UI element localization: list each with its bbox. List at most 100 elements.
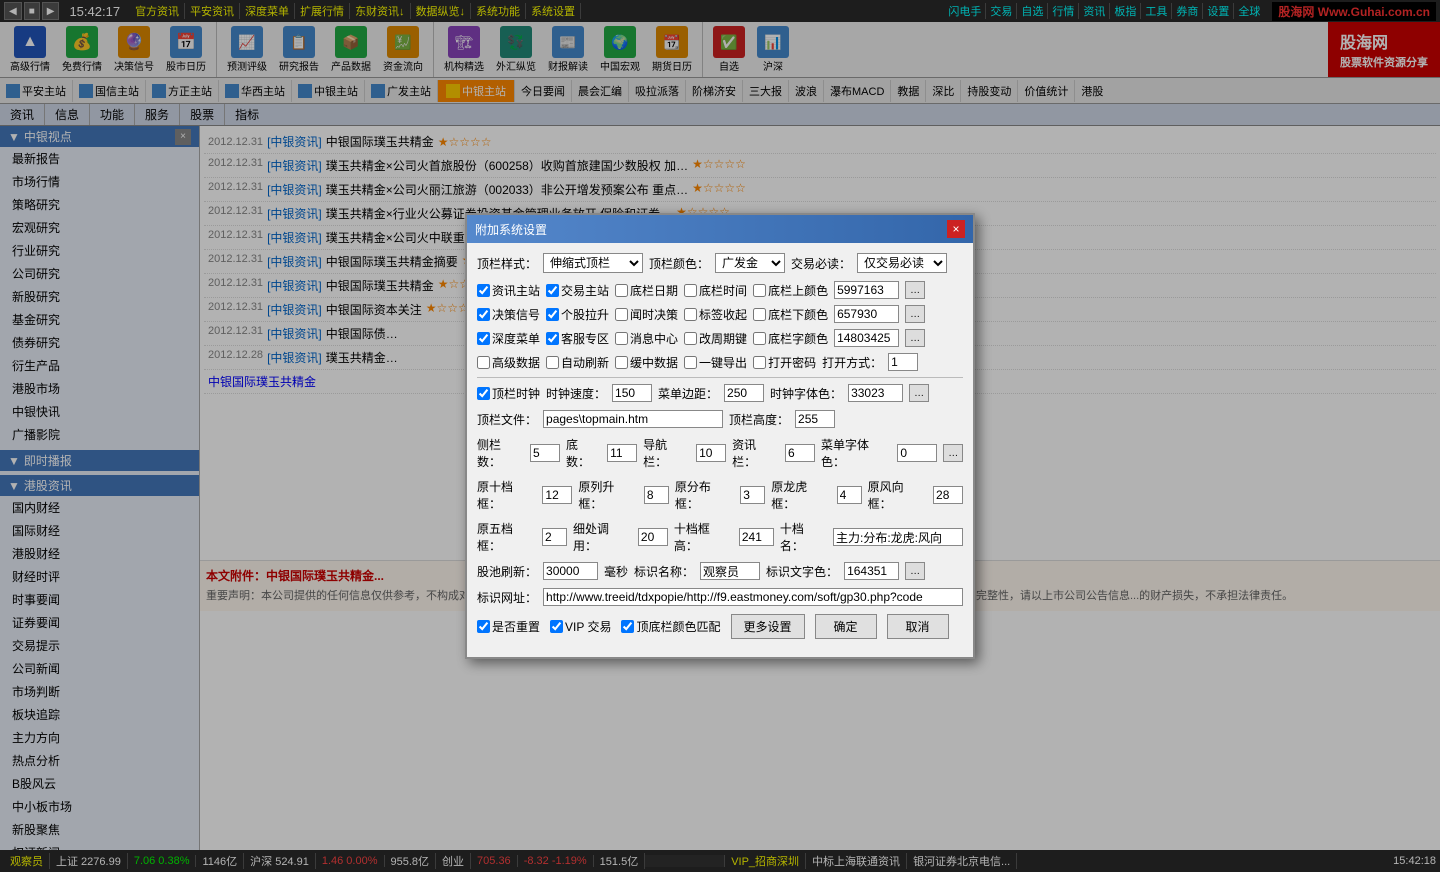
marker-name-input[interactable] <box>700 562 760 580</box>
cb-dilan-font-color: 底栏字颜色 <box>753 330 828 347</box>
cb-yijian-daochu-input[interactable] <box>684 356 697 369</box>
color3-input[interactable] <box>834 329 899 347</box>
toolbar-style-label: 顶栏样式： <box>477 255 537 272</box>
color2-picker-btn[interactable]: … <box>905 305 925 323</box>
cb-reset-input[interactable] <box>477 620 490 633</box>
cb-shendu-input[interactable] <box>477 332 490 345</box>
cancel-button[interactable]: 取消 <box>887 614 949 639</box>
frame-name-label: 十档名： <box>780 520 827 554</box>
color3-picker-btn[interactable]: … <box>905 329 925 347</box>
row-dir-label: 原风向框： <box>868 478 927 512</box>
row-dragon-input[interactable] <box>837 486 862 504</box>
dialog-overlay: 附加系统设置 × 顶栏样式： 伸缩式顶栏 顶栏颜色： 广发金 交易必读： 仅交易… <box>0 0 1440 872</box>
cb-clock-input[interactable] <box>477 387 490 400</box>
dialog-row-10: 原五档框： 细处调用： 十档框高： 十档名： <box>477 520 963 554</box>
cb-zixun-main-input[interactable] <box>477 284 490 297</box>
toolbar-file-input[interactable] <box>543 410 723 428</box>
row10-label: 原十档框： <box>477 478 536 512</box>
cb-shendu: 深度菜单 <box>477 330 540 347</box>
cb-huan-input[interactable] <box>615 356 628 369</box>
cb-color-match-input[interactable] <box>621 620 634 633</box>
dialog-row-2: 资讯主站 交易主站 底栏日期 底栏时间 底栏上颜色 … <box>477 281 963 299</box>
cb-jiaoyi-main: 交易主站 <box>546 282 609 299</box>
trade-read-select[interactable]: 仅交易必读 <box>857 253 947 273</box>
cb-wenshijuece-input[interactable] <box>615 308 628 321</box>
toolbar-file-label: 顶栏文件： <box>477 411 537 428</box>
cb-juece: 决策信号 <box>477 306 540 323</box>
cb-kaimi-input[interactable] <box>753 356 766 369</box>
fine-tune-input[interactable] <box>638 528 668 546</box>
cb-xiaoxi-input[interactable] <box>615 332 628 345</box>
dialog-close-button[interactable]: × <box>947 220 965 238</box>
row-dragon-label: 原龙虎框： <box>771 478 830 512</box>
cb-kefu: 客服专区 <box>546 330 609 347</box>
cb-wenshijuece: 闻时决策 <box>615 306 678 323</box>
dialog-content: 顶栏样式： 伸缩式顶栏 顶栏颜色： 广发金 交易必读： 仅交易必读 资讯主站 交… <box>467 243 973 657</box>
clock-speed-label: 时钟速度： <box>546 385 606 402</box>
dialog-row-9: 原十档框： 原列升框： 原分布框： 原龙虎框： 原风向框： <box>477 478 963 512</box>
row-layout-input[interactable] <box>740 486 765 504</box>
pool-refresh-input[interactable] <box>543 562 598 580</box>
frame-height-label: 十档框高： <box>674 520 733 554</box>
marker-url-input[interactable] <box>543 588 963 606</box>
frame-name-input[interactable] <box>833 528 963 546</box>
info-count-input[interactable] <box>785 444 815 462</box>
toolbar-color-select[interactable]: 广发金 <box>715 253 785 273</box>
dialog-row-4: 深度菜单 客服专区 消息中心 改周期键 底栏字颜色 … <box>477 329 963 347</box>
dialog-row-11: 股池刷新： 毫秒 标识名称： 标识文字色： … <box>477 562 963 580</box>
cb-biaoqian-input[interactable] <box>684 308 697 321</box>
clock-color-input[interactable] <box>848 384 903 402</box>
frame-height-input[interactable] <box>739 528 774 546</box>
cb-dilan-color-top-input[interactable] <box>753 284 766 297</box>
row10-input[interactable] <box>542 486 572 504</box>
color1-input[interactable] <box>834 281 899 299</box>
ok-button[interactable]: 确定 <box>815 614 877 639</box>
toolbar-height-input[interactable] <box>795 410 835 428</box>
cb-gaoji: 高级数据 <box>477 354 540 371</box>
row-col-input[interactable] <box>644 486 669 504</box>
more-settings-button[interactable]: 更多设置 <box>731 614 805 639</box>
bottom-count-input[interactable] <box>607 444 637 462</box>
cb-jiaoyi-main-input[interactable] <box>546 284 559 297</box>
cb-vip-input[interactable] <box>550 620 563 633</box>
color2-input[interactable] <box>834 305 899 323</box>
cb-huan: 缓中数据 <box>615 354 678 371</box>
panel-count-label: 侧栏数： <box>477 436 524 470</box>
cb-dilan-date-input[interactable] <box>615 284 628 297</box>
marker-color-picker-btn[interactable]: … <box>905 562 925 580</box>
menu-color-input[interactable] <box>897 444 937 462</box>
clock-speed-input[interactable] <box>612 384 652 402</box>
row-layout-label: 原分布框： <box>675 478 734 512</box>
cb-gaoji-input[interactable] <box>477 356 490 369</box>
row5-input[interactable] <box>542 528 567 546</box>
menu-color-label: 菜单字体色： <box>821 436 891 470</box>
row-dir-input[interactable] <box>933 486 963 504</box>
cb-dilan-time-input[interactable] <box>684 284 697 297</box>
cb-dilan-bottom-color-input[interactable] <box>753 308 766 321</box>
cb-kefu-input[interactable] <box>546 332 559 345</box>
dialog-title-text: 附加系统设置 <box>475 221 547 238</box>
cb-zhouqi-input[interactable] <box>684 332 697 345</box>
menu-color-picker-btn[interactable]: … <box>943 444 963 462</box>
cb-kaimi: 打开密码 <box>753 354 816 371</box>
clock-color-label: 时钟字体色： <box>770 385 842 402</box>
dialog-row-5: 高级数据 自动刷新 缓中数据 一键导出 打开密码 打开方式： <box>477 353 963 371</box>
toolbar-style-select[interactable]: 伸缩式顶栏 <box>543 253 643 273</box>
info-count-label: 资讯栏： <box>732 436 779 470</box>
marker-color-input[interactable] <box>844 562 899 580</box>
open-mode-input[interactable] <box>888 353 918 371</box>
clock-color-picker-btn[interactable]: … <box>909 384 929 402</box>
cb-juece-input[interactable] <box>477 308 490 321</box>
menu-spacing-input[interactable] <box>724 384 764 402</box>
cb-yijian-daochu: 一键导出 <box>684 354 747 371</box>
panel-count-input[interactable] <box>530 444 560 462</box>
cb-color-match: 顶底栏颜色匹配 <box>621 618 720 635</box>
row5-label: 原五档框： <box>477 520 536 554</box>
cb-dilan-font-color-input[interactable] <box>753 332 766 345</box>
pool-unit-label: 毫秒 <box>604 563 628 580</box>
cb-dilan-color-top: 底栏上颜色 <box>753 282 828 299</box>
cb-auto-refresh-input[interactable] <box>546 356 559 369</box>
nav-count-input[interactable] <box>696 444 726 462</box>
color1-picker-btn[interactable]: … <box>905 281 925 299</box>
cb-gegu-input[interactable] <box>546 308 559 321</box>
